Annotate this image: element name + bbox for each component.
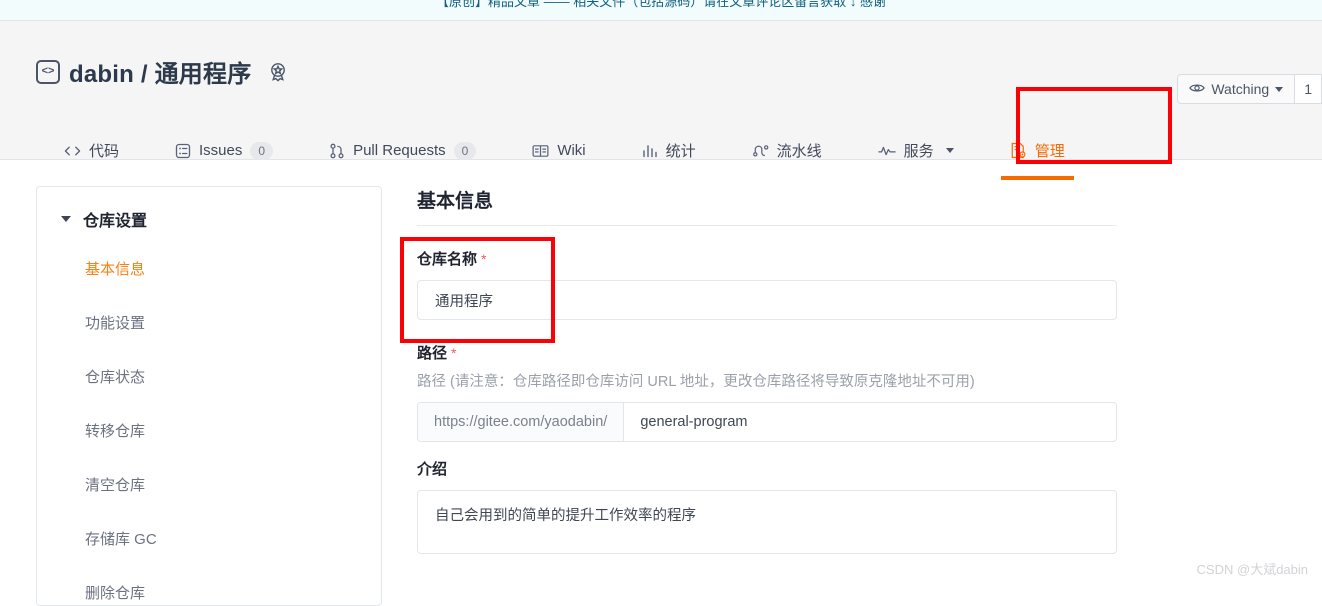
tab-label: Wiki [557, 142, 586, 159]
sidebar-group-header[interactable]: 仓库设置 [37, 187, 381, 231]
title-divider [417, 225, 1117, 226]
chevron-down-icon [1275, 86, 1284, 92]
tab-label: 流水线 [776, 143, 822, 160]
sidebar-item-transfer-repo[interactable]: 转移仓库 [37, 405, 381, 459]
sidebar-item-repo-status[interactable]: 仓库状态 [37, 351, 381, 405]
repository-title-row: <> dabin / 通用程序 [36, 54, 290, 89]
code-brackets-icon: <> [36, 59, 60, 84]
path-label: 路径 * [417, 342, 1177, 363]
tab-label: Pull Requests [353, 142, 446, 159]
watch-button-group[interactable]: Watching 1 [1177, 74, 1322, 104]
top-notice-bar: 【原创】精品文章 —— 相关文件（包括源码）请在文章评论区留言获取 ↓ 感谢 [0, 0, 1322, 21]
pipeline-icon [752, 144, 769, 158]
tab-label: 代码 [89, 143, 120, 160]
watch-count[interactable]: 1 [1295, 74, 1322, 104]
tab-services[interactable]: 服务 [850, 121, 982, 180]
watch-label: Watching [1211, 81, 1270, 97]
chevron-down-icon [945, 148, 954, 153]
wiki-book-icon [532, 144, 549, 158]
eye-icon [1189, 81, 1206, 97]
stats-bar-icon [642, 144, 658, 158]
award-star-icon [266, 60, 290, 84]
sidebar-item-delete-repo[interactable]: 删除仓库 [37, 567, 381, 605]
settings-sidebar: 仓库设置 基本信息 功能设置 仓库状态 转移仓库 清空仓库 存储库 GC 删除仓… [36, 186, 382, 606]
sidebar-group-label: 仓库设置 [83, 213, 148, 230]
page-title[interactable]: dabin / 通用程序 [69, 54, 251, 89]
intro-label: 介绍 [417, 458, 1177, 479]
watermark-text: CSDN @大斌dabin [1196, 562, 1308, 577]
pull-requests-count-badge: 0 [453, 141, 477, 160]
tab-label: 统计 [665, 143, 696, 160]
caret-down-icon [61, 216, 71, 222]
intro-textarea[interactable]: 自己会用到的简单的提升工作效率的程序 [417, 490, 1117, 554]
sidebar-item-storage-gc[interactable]: 存储库 GC [37, 513, 381, 567]
tab-pull-requests[interactable]: Pull Requests 0 [301, 121, 504, 180]
path-url-prefix: https://gitee.com/yaodabin/ [418, 403, 625, 441]
sidebar-item-list: 基本信息 功能设置 仓库状态 转移仓库 清空仓库 存储库 GC 删除仓库 [37, 231, 381, 605]
watch-button[interactable]: Watching [1177, 74, 1296, 104]
tab-label: 服务 [903, 143, 934, 160]
tab-pipeline[interactable]: 流水线 [724, 121, 850, 180]
sidebar-item-clear-repo[interactable]: 清空仓库 [37, 459, 381, 513]
content-title: 基本信息 [417, 191, 494, 212]
tab-code[interactable]: 代码 [36, 121, 147, 180]
sidebar-item-basic-info[interactable]: 基本信息 [37, 243, 381, 297]
sidebar-item-feature-settings[interactable]: 功能设置 [37, 297, 381, 351]
pull-request-icon [329, 143, 345, 159]
tab-label: Issues [199, 142, 243, 159]
path-input-group[interactable]: https://gitee.com/yaodabin/ general-prog… [417, 402, 1117, 442]
annotation-box-repo-name-field [400, 237, 555, 343]
tab-statistics[interactable]: 统计 [614, 121, 724, 180]
annotation-box-manage-tab [1016, 87, 1172, 164]
path-label-text: 路径 [417, 345, 448, 362]
required-asterisk: * [451, 345, 457, 361]
issues-count-badge: 0 [250, 141, 274, 160]
top-notice-text: 【原创】精品文章 —— 相关文件（包括源码）请在文章评论区留言获取 ↓ 感谢 [436, 0, 886, 9]
tab-issues[interactable]: Issues 0 [147, 121, 301, 180]
path-input[interactable]: general-program [624, 403, 1116, 441]
code-icon [64, 144, 81, 158]
path-hint-text: 路径 (请注意：仓库路径即仓库访问 URL 地址，更改仓库路径将导致原克隆地址不… [417, 374, 975, 390]
intro-label-text: 介绍 [417, 461, 448, 478]
issues-icon [175, 143, 191, 159]
tab-wiki[interactable]: Wiki [504, 121, 613, 180]
service-pulse-icon [877, 145, 896, 157]
repository-nav-tabs[interactable]: 代码 Issues 0 Pull Requests 0 Wiki 统计 流水线 … [36, 121, 1093, 181]
